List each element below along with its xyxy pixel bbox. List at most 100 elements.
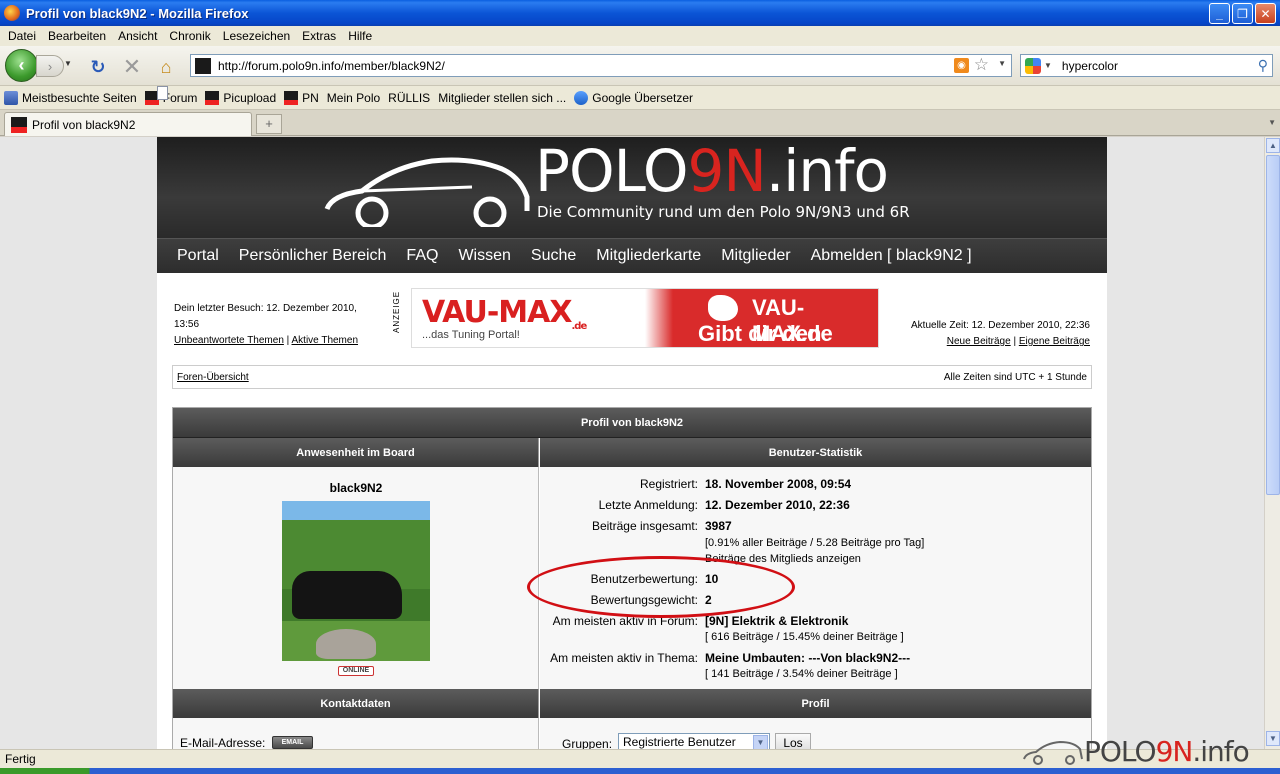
chevron-down-icon[interactable]: ▼ (753, 735, 768, 749)
banner-slogan: ...das Tuning Portal! (422, 329, 520, 341)
bookmark-picupload[interactable]: Picupload (205, 90, 277, 105)
search-icon[interactable]: ⚲ (1258, 57, 1268, 74)
maximize-button[interactable]: ❐ (1232, 3, 1253, 24)
window-titlebar: Profil von black9N2 - Mozilla Firefox _ … (0, 0, 1280, 26)
own-posts-link[interactable]: Eigene Beiträge (1019, 336, 1090, 347)
menu-bearbeiten[interactable]: Bearbeiten (42, 29, 112, 43)
scroll-up-icon[interactable]: ▲ (1266, 138, 1280, 153)
rss-icon[interactable]: ◉ (954, 58, 969, 73)
bookmark-forum[interactable]: Forum (144, 90, 197, 105)
profile-title: Profil von black9N2 (173, 408, 1091, 438)
stop-icon[interactable]: ✕ (121, 54, 143, 79)
most-active-forum-link[interactable]: [9N] Elektrik & Elektronik (705, 614, 848, 628)
contact-header: Kontaktdaten (173, 689, 539, 718)
nav-mitgliederkarte[interactable]: Mitgliederkarte (586, 247, 711, 265)
profile-username: black9N2 (329, 481, 383, 495)
site-icon (284, 90, 299, 105)
new-tab-button[interactable]: + (256, 114, 282, 134)
avatar-car (292, 571, 402, 619)
groups-selected-value: Registrierte Benutzer (623, 735, 736, 749)
url-text[interactable]: http://forum.polo9n.info/member/black9N2… (218, 59, 445, 73)
nav-wissen[interactable]: Wissen (448, 247, 520, 265)
url-dropdown-icon[interactable]: ▼ (998, 59, 1006, 68)
site-logo[interactable]: POLO9N.info (535, 137, 889, 205)
stats-header: Benutzer-Statistik (540, 438, 1091, 467)
go-button[interactable]: Los (775, 733, 811, 749)
page-icon (157, 86, 168, 100)
groups-label: Gruppen: (562, 737, 613, 749)
tab-profile[interactable]: Profil von black9N2 (4, 112, 252, 136)
ad-label: ANZEIGE (392, 290, 401, 333)
bookmark-pn[interactable]: PN (284, 90, 319, 105)
google-icon[interactable] (1025, 57, 1041, 74)
nav-faq[interactable]: FAQ (396, 247, 448, 265)
forum-index-link[interactable]: Foren-Übersicht (177, 372, 249, 383)
menu-datei[interactable]: Datei (2, 29, 42, 43)
url-bar[interactable]: http://forum.polo9n.info/member/black9N2… (190, 54, 1012, 77)
bookmark-label: Picupload (223, 90, 277, 105)
google-translate-icon (574, 90, 589, 105)
menu-chronik[interactable]: Chronik (163, 29, 216, 43)
bookmark-google-translate[interactable]: Google Übersetzer (574, 90, 693, 105)
nav-logout[interactable]: Abmelden [ black9N2 ] (801, 247, 982, 265)
back-button[interactable]: ‹ (5, 49, 38, 82)
profile-header: Profil (540, 689, 1091, 718)
firefox-icon (4, 5, 20, 21)
search-input[interactable]: hypercolor (1062, 59, 1118, 73)
stat-label: Am meisten aktiv in Thema: (550, 651, 698, 665)
minimize-button[interactable]: _ (1209, 3, 1230, 24)
bookmark-rullis[interactable]: RÜLLIS (157, 86, 430, 105)
most-active-topic-link[interactable]: Meine Umbauten: ---Von black9N2--- (705, 651, 910, 665)
navigation-toolbar: ‹ › ▼ ↻ ✕ ⌂ http://forum.polo9n.info/mem… (0, 46, 1280, 86)
bookmark-star-icon[interactable]: ☆ (974, 55, 989, 75)
reload-icon[interactable]: ↻ (87, 56, 109, 78)
menu-extras[interactable]: Extras (296, 29, 342, 43)
menu-lesezeichen[interactable]: Lesezeichen (217, 29, 296, 43)
banner-brand: VAU-MAX.de (422, 295, 588, 332)
watermark-text: POLO9N.info (1084, 734, 1250, 768)
history-dropdown-icon[interactable]: ▼ (64, 59, 72, 68)
last-visit: Dein letzter Besuch: 12. Dezember 2010, … (174, 303, 359, 346)
forum-detail: [ 616 Beiträge / 15.45% deiner Beiträge … (705, 631, 904, 643)
new-posts-link[interactable]: Neue Beiträge (947, 336, 1011, 347)
stat-label: Beiträge insgesamt: (591, 519, 698, 533)
search-engine-dropdown-icon[interactable]: ▼ (1044, 61, 1052, 70)
unanswered-topics-link[interactable]: Unbeantwortete Themen (174, 335, 284, 346)
last-visit-text: Dein letzter Besuch: 12. Dezember 2010, … (174, 303, 357, 330)
bookmark-most-visited[interactable]: Meistbesuchte Seiten (4, 90, 137, 105)
wm-prefix: POLO (1084, 734, 1157, 768)
presence-header: Anwesenheit im Board (173, 438, 539, 467)
presence-cell: black9N2 ONLINE (173, 467, 539, 689)
bookmark-mein-polo[interactable]: Mein Polo (157, 86, 380, 105)
topic-detail: [ 141 Beiträge / 3.54% deiner Beiträge ] (705, 668, 898, 680)
stat-value: 18. November 2008, 09:54 (705, 477, 852, 491)
banner-tld: .de (571, 321, 588, 332)
wm-nine: 9N (1155, 734, 1194, 768)
nav-suche[interactable]: Suche (521, 247, 586, 265)
active-topics-link[interactable]: Aktive Themen (292, 335, 359, 346)
search-bar[interactable]: ▼ hypercolor ⚲ (1020, 54, 1273, 77)
groups-select[interactable]: Registrierte Benutzer ▼ (618, 733, 770, 749)
vertical-scrollbar[interactable]: ▲ ▼ (1264, 137, 1280, 749)
current-time: Aktuelle Zeit: 12. Dezember 2010, 22:36 … (911, 320, 1090, 347)
stat-value: Meine Umbauten: ---Von black9N2--- (705, 651, 910, 665)
menu-hilfe[interactable]: Hilfe (342, 29, 378, 43)
bookmark-mitglieder[interactable]: Mitglieder stellen sich ... (157, 86, 566, 105)
forward-button[interactable]: › (36, 55, 64, 77)
site-nav: Portal Persönlicher Bereich FAQ Wissen S… (157, 238, 1107, 273)
list-tabs-icon[interactable]: ▼ (1268, 118, 1276, 127)
logo-suffix: .info (765, 137, 889, 205)
page-viewport: POLO9N.info Die Community rund um den Po… (0, 137, 1264, 749)
ad-banner[interactable]: VAU-MAX.de ...das Tuning Portal! VAU-MAX… (411, 288, 879, 348)
scroll-thumb[interactable] (1266, 155, 1280, 495)
avatar-rock (316, 629, 376, 659)
close-button[interactable]: ✕ (1255, 3, 1276, 24)
banner-brand-text: VAU-MAX (422, 295, 572, 330)
email-button[interactable]: EMAIL (272, 736, 313, 749)
menu-ansicht[interactable]: Ansicht (112, 29, 163, 43)
bookmark-label: Google Übersetzer (592, 90, 693, 105)
nav-mitglieder[interactable]: Mitglieder (711, 247, 800, 265)
nav-portal[interactable]: Portal (167, 247, 229, 265)
nav-personal[interactable]: Persönlicher Bereich (229, 247, 397, 265)
home-icon[interactable]: ⌂ (155, 56, 177, 78)
